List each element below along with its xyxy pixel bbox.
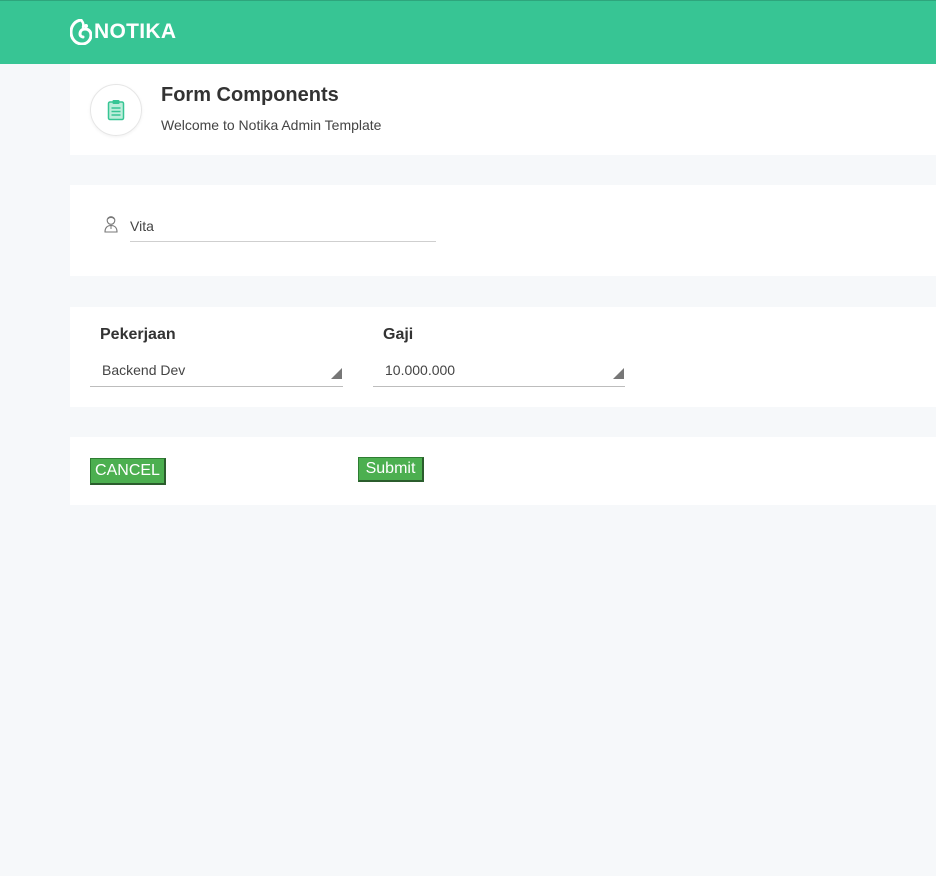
salary-select[interactable]: 10.000.000 [373,357,625,387]
form-actions-card: CANCEL Submit [70,437,936,505]
header-icon-circle [90,84,142,136]
page-title: Form Components [161,84,339,106]
brand-logo[interactable]: NOTIKA [70,19,176,45]
name-input[interactable] [130,211,436,242]
page-subtitle: Welcome to Notika Admin Template [161,117,382,133]
cancel-button[interactable]: CANCEL [90,458,166,485]
job-select[interactable]: Backend Dev [90,357,343,387]
notika-swirl-icon [70,19,92,45]
brand-name: NOTIKA [94,20,177,43]
page-header-card: Form Components Welcome to Notika Admin … [70,64,936,155]
top-navbar: NOTIKA [0,0,936,64]
job-select-value: Backend Dev [102,362,186,378]
submit-button[interactable]: Submit [358,457,424,482]
job-salary-card: Pekerjaan Backend Dev Gaji 10.000.000 [70,307,936,407]
caret-down-icon [331,368,342,379]
salary-select-value: 10.000.000 [385,362,456,378]
name-input-card [70,185,936,276]
salary-label: Gaji [383,326,414,343]
user-icon [104,216,118,233]
clipboard-icon [107,100,125,121]
caret-down-icon [613,368,624,379]
job-label: Pekerjaan [100,326,176,343]
